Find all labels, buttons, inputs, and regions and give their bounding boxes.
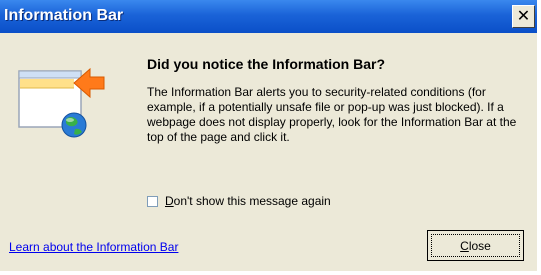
title-bar[interactable]: Information Bar ✕ (0, 0, 537, 33)
window-title: Information Bar (4, 7, 124, 24)
dialog-content: Did you notice the Information Bar? The … (0, 33, 537, 271)
close-button[interactable]: Close (427, 230, 524, 261)
information-bar-dialog: Information Bar ✕ Did you notice the Inf… (0, 0, 541, 275)
dont-show-again-option[interactable]: Don't show this message again (147, 194, 331, 208)
close-button-label: Close (460, 238, 491, 253)
dialog-body-text: The Information Bar alerts you to securi… (147, 85, 517, 144)
dont-show-again-label[interactable]: Don't show this message again (165, 194, 331, 208)
learn-about-information-bar-link[interactable]: Learn about the Information Bar (9, 240, 178, 254)
information-bar-illustration-icon (18, 67, 105, 138)
dont-show-again-checkbox[interactable] (147, 195, 158, 207)
dialog-heading: Did you notice the Information Bar? (147, 56, 386, 72)
close-window-button[interactable]: ✕ (512, 5, 535, 28)
globe-icon (61, 112, 87, 138)
